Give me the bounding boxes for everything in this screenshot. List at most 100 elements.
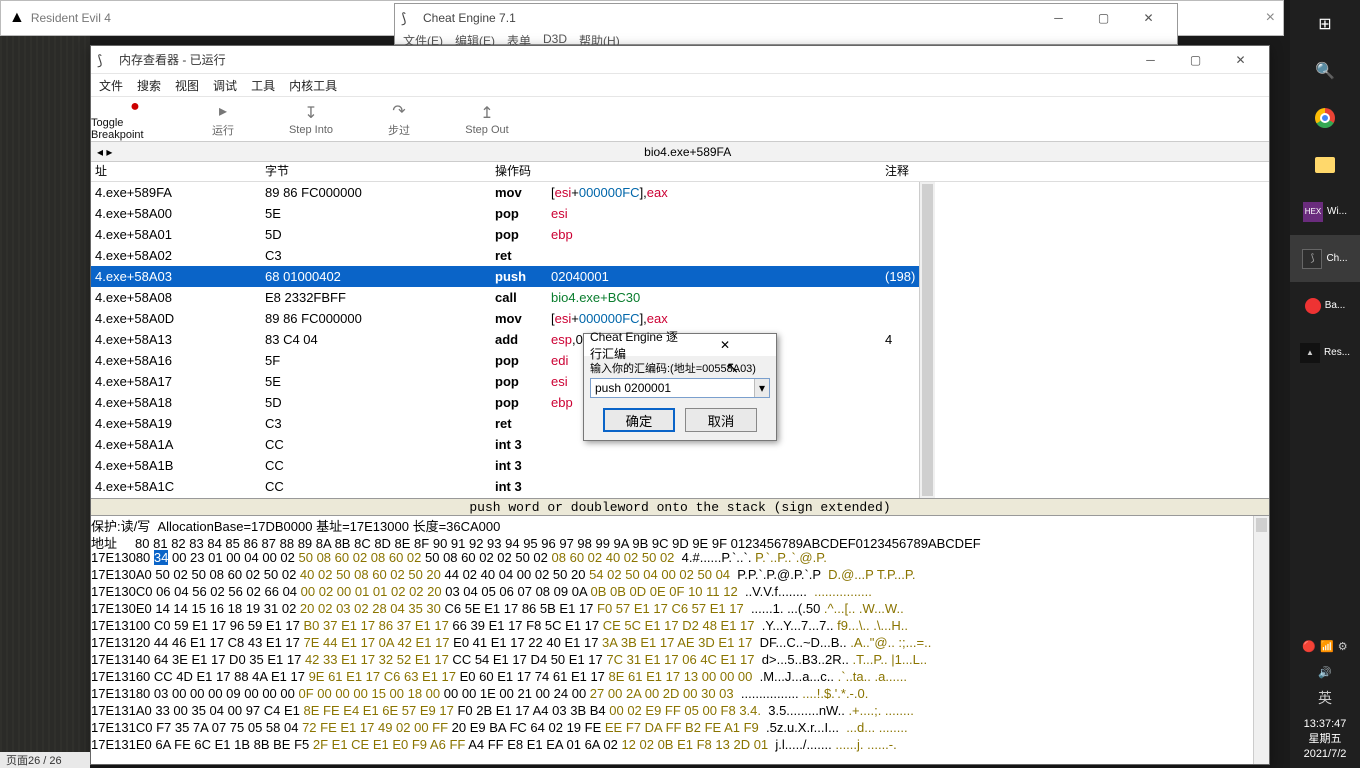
hex-row[interactable]: 17E131A0 33 00 35 04 00 97 C4 E1 8E FE E… — [91, 703, 1269, 720]
hex-row[interactable]: 17E131E0 6A FE 6C E1 1B 8B BE F5 2F E1 C… — [91, 737, 1269, 754]
taskbar-hex[interactable]: HEXWi... — [1290, 188, 1360, 235]
assemble-dialog-label: 输入你的汇编码:(地址=00558A03) — [590, 360, 770, 376]
toolbar-label: 步过 — [388, 122, 410, 138]
folder-icon — [1315, 157, 1335, 173]
toolbar-toggle-breakpoint[interactable]: ●Toggle Breakpoint — [91, 97, 179, 141]
hex-row[interactable]: 17E130C0 06 04 56 02 56 02 66 04 00 02 0… — [91, 584, 1269, 601]
disasm-row[interactable]: 4.exe+58A005Epopesi — [91, 203, 919, 224]
disasm-row[interactable]: 4.exe+58A0D89 86 FC000000mov[esi+000000F… — [91, 308, 919, 329]
tray-volume-icon[interactable]: 🔊 — [1318, 666, 1332, 679]
taskbar-re4[interactable]: ▲Res... — [1290, 329, 1360, 376]
ce-close-button[interactable]: ✕ — [1126, 4, 1171, 32]
hex-row[interactable]: 17E13180 03 00 00 00 09 00 00 00 0F 00 0… — [91, 686, 1269, 703]
toolbar-label: 运行 — [212, 122, 234, 138]
toolbar-step-out[interactable]: ↥Step Out — [443, 97, 531, 141]
toolbar-glyph-icon: ↧ — [304, 103, 317, 123]
disasm-row[interactable]: 4.exe+58A0368 01000402push02040001(198) — [91, 266, 919, 287]
col-address[interactable]: 址 — [91, 162, 261, 181]
col-bytes[interactable]: 字节 — [261, 162, 491, 181]
taskbar-search[interactable]: 🔍 — [1290, 47, 1360, 94]
opcode-description: push word or doubleword onto the stack (… — [91, 498, 1269, 516]
hex-row[interactable]: 17E13120 44 46 E1 17 C8 43 E1 17 7E 44 E… — [91, 635, 1269, 652]
page-footer: 页面26 / 26 — [0, 752, 90, 768]
assemble-ok-button[interactable]: 确定 — [603, 408, 675, 432]
disasm-row[interactable]: 4.exe+589FA89 86 FC000000mov[esi+000000F… — [91, 182, 919, 203]
taskbar-record[interactable]: Ba... — [1290, 282, 1360, 329]
assemble-dropdown-button[interactable]: ▾ — [754, 379, 769, 397]
ce-maximize-button[interactable]: ▢ — [1081, 4, 1126, 32]
toolbar-label: Step Out — [465, 124, 508, 136]
taskbar-start[interactable]: ⊞ — [1290, 0, 1360, 47]
clock-time: 13:37:47 — [1290, 717, 1360, 732]
cheatengine-title: Cheat Engine 7.1 — [423, 11, 516, 25]
current-address-bar[interactable]: ◂ ▸ bio4.exe+589FA — [91, 142, 1269, 162]
re4-icon: ▲ — [9, 9, 25, 27]
tray-icon[interactable]: ⚙ — [1338, 640, 1348, 653]
disasm-scrollbar[interactable] — [919, 182, 935, 498]
taskbar-chrome[interactable] — [1290, 94, 1360, 141]
assemble-dialog: Cheat Engine 逐行汇编 ✕ 输入你的汇编码:(地址=00558A03… — [583, 333, 777, 441]
disasm-row[interactable]: 4.exe+58A1BCCint 3 — [91, 455, 919, 476]
disasm-row[interactable]: 4.exe+58A1ACCint 3 — [91, 434, 919, 455]
disasm-row[interactable]: 4.exe+58A1CCCint 3 — [91, 476, 919, 497]
clock-day: 星期五 — [1290, 732, 1360, 747]
ime-indicator[interactable]: 英 — [1318, 688, 1332, 708]
taskbar-explorer[interactable] — [1290, 141, 1360, 188]
chrome-icon — [1315, 108, 1335, 128]
mv-menu-item[interactable]: 调试 — [213, 77, 237, 94]
col-opcode[interactable]: 操作码 — [491, 162, 881, 181]
mv-close-button[interactable]: ✕ — [1218, 47, 1263, 73]
disasm-row[interactable]: 4.exe+58A1383 C4 04addesp,04 — [91, 329, 919, 350]
hex-row[interactable]: 17E130A0 50 02 50 08 60 02 50 02 40 02 5… — [91, 567, 1269, 584]
search-icon: 🔍 — [1314, 60, 1336, 82]
disasm-row[interactable]: 4.exe+58A1DCCint 3 — [91, 497, 919, 498]
disassembly-list[interactable]: 4.exe+589FA89 86 FC000000mov[esi+000000F… — [91, 182, 919, 498]
assemble-dialog-close-button[interactable]: ✕ — [680, 338, 770, 352]
mv-menu-item[interactable]: 工具 — [251, 77, 275, 94]
windows-taskbar[interactable]: ⊞ 🔍 HEXWi...⟆Ch...Ba...▲Res... 🔴 📶 ⚙ 🔊 英 13:… — [1290, 0, 1360, 768]
hex-scrollbar[interactable] — [1253, 516, 1269, 764]
mv-maximize-button[interactable]: ▢ — [1173, 47, 1218, 73]
taskbar-label: Ch... — [1326, 253, 1347, 264]
start-icon: ⊞ — [1314, 13, 1336, 35]
hex-row[interactable]: 17E13140 64 3E E1 17 D0 35 E1 17 42 33 E… — [91, 652, 1269, 669]
hex-row[interactable]: 17E13100 C0 59 E1 17 96 59 E1 17 B0 37 E… — [91, 618, 1269, 635]
mv-minimize-button[interactable]: ─ — [1128, 47, 1173, 73]
tray-icon[interactable]: 📶 — [1320, 640, 1334, 653]
assemble-dialog-title: Cheat Engine 逐行汇编 — [590, 328, 680, 362]
hex-pane[interactable]: 保护:读/写 AllocationBase=17DB0000 基址=17E130… — [91, 516, 1269, 764]
assemble-cancel-button[interactable]: 取消 — [685, 408, 757, 432]
disasm-row[interactable]: 4.exe+58A175Epopesi — [91, 371, 919, 392]
taskbar-clock[interactable]: 13:37:47 星期五 2021/7/2 — [1290, 711, 1360, 768]
hex-row[interactable]: 17E13080 34 00 23 01 00 04 00 02 50 08 6… — [91, 550, 1269, 567]
hex-row[interactable]: 17E130E0 14 14 15 16 18 19 31 02 20 02 0… — [91, 601, 1269, 618]
background-game-strip — [0, 36, 90, 768]
cheatengine-icon — [401, 10, 417, 26]
mv-menu-item[interactable]: 文件 — [99, 77, 123, 94]
assemble-input[interactable] — [591, 379, 754, 397]
hex-row[interactable]: 17E13160 CC 4D E1 17 88 4A E1 17 9E 61 E… — [91, 669, 1269, 686]
hex-header: 地址 80 81 82 83 84 85 86 87 88 89 8A 8B 8… — [91, 533, 1269, 550]
toolbar-glyph-icon: ↷ — [392, 101, 405, 121]
disasm-row[interactable]: 4.exe+58A19C3ret — [91, 413, 919, 434]
hex-row[interactable]: 17E131C0 F7 35 7A 07 75 05 58 04 72 FE E… — [91, 720, 1269, 737]
disasm-row[interactable]: 4.exe+58A185Dpopebp — [91, 392, 919, 413]
toolbar-步过[interactable]: ↷步过 — [355, 97, 443, 141]
disasm-row[interactable]: 4.exe+58A165Fpopedi — [91, 350, 919, 371]
ce-minimize-button[interactable]: ─ — [1036, 4, 1081, 32]
toolbar-label: Toggle Breakpoint — [91, 117, 179, 141]
col-comment[interactable]: 注释 — [881, 162, 1269, 181]
assemble-input-combo[interactable]: ▾ — [590, 378, 770, 398]
re4-close-button[interactable]: × — [1266, 9, 1275, 27]
toolbar-step-into[interactable]: ↧Step Into — [267, 97, 355, 141]
taskbar-label: Res... — [1324, 347, 1350, 358]
mv-menu-item[interactable]: 内核工具 — [289, 77, 337, 94]
mv-menu-item[interactable]: 搜索 — [137, 77, 161, 94]
toolbar-运行[interactable]: ▸运行 — [179, 97, 267, 141]
disasm-row[interactable]: 4.exe+58A015Dpopebp — [91, 224, 919, 245]
taskbar-cheatengine[interactable]: ⟆Ch... — [1290, 235, 1360, 282]
mv-menu-item[interactable]: 视图 — [175, 77, 199, 94]
disasm-row[interactable]: 4.exe+58A02C3ret — [91, 245, 919, 266]
tray-icon[interactable]: 🔴 — [1302, 640, 1316, 653]
disasm-row[interactable]: 4.exe+58A08E8 2332FBFFcallbio4.exe+BC30 — [91, 287, 919, 308]
